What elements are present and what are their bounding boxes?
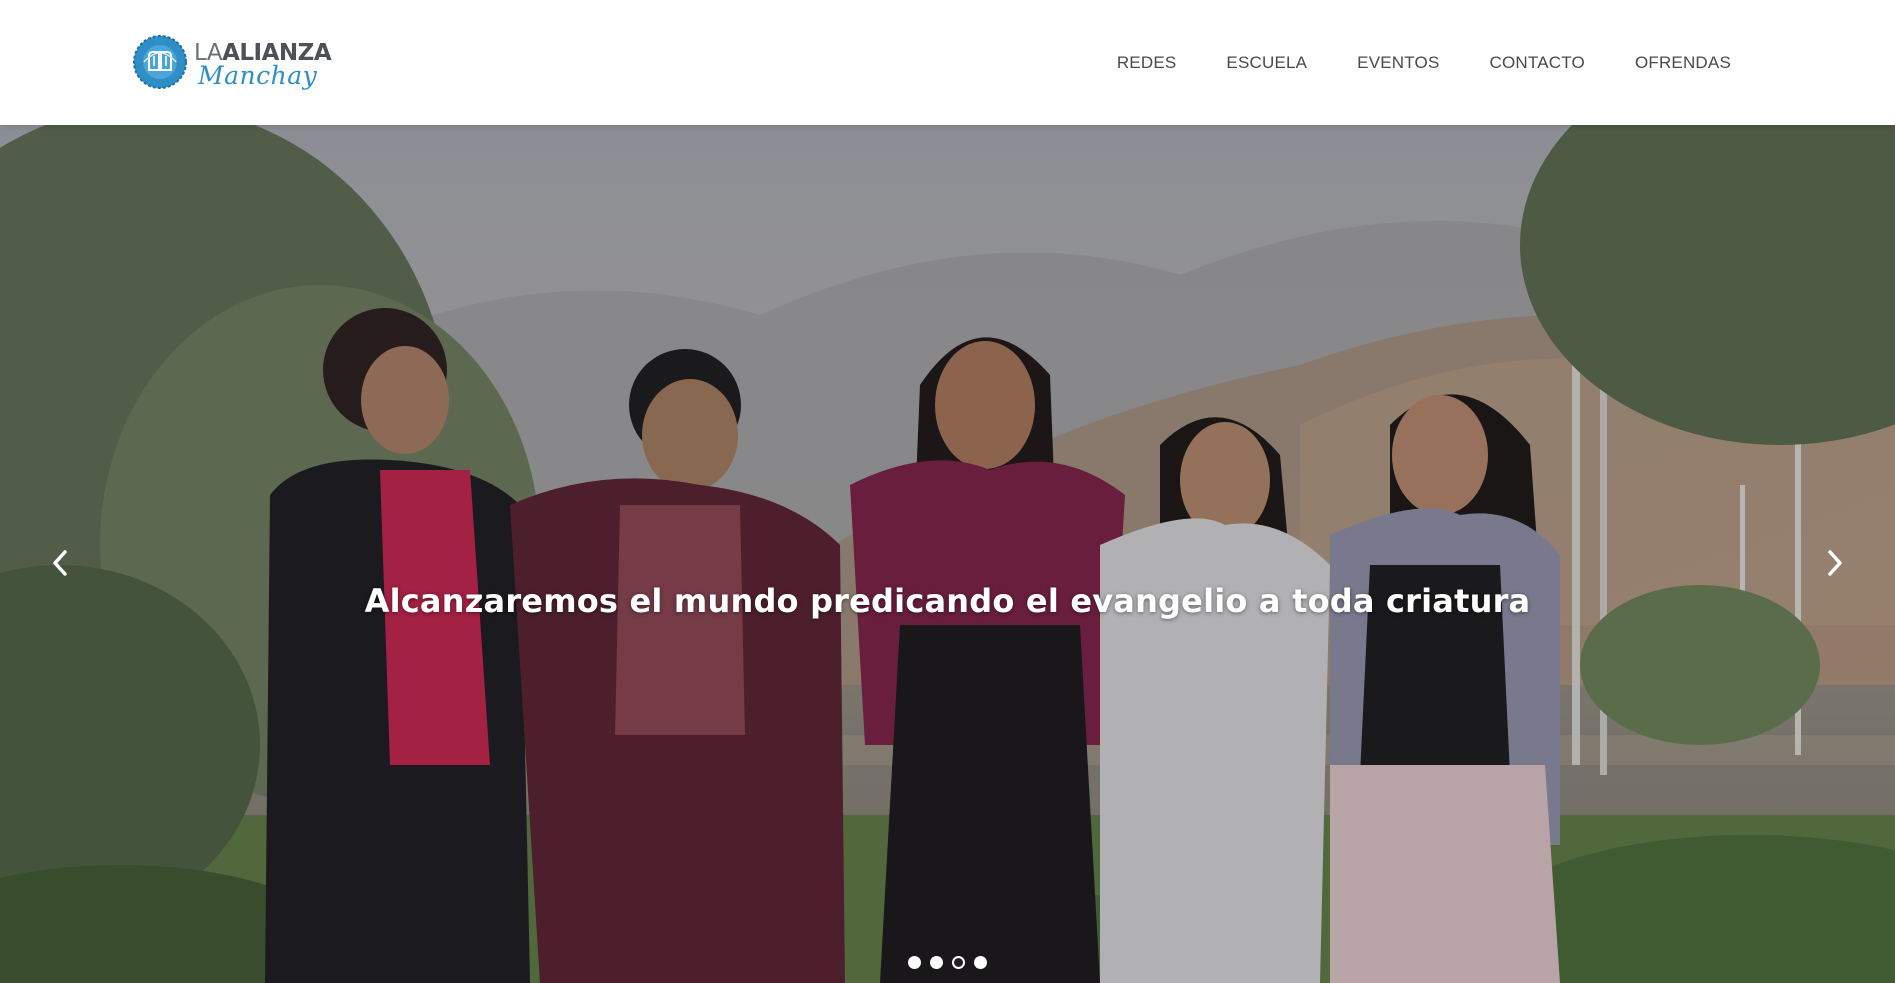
carousel-prev-button[interactable] [40, 538, 80, 588]
nav-item-escuela[interactable]: ESCUELA [1201, 53, 1332, 73]
carousel-indicator-1[interactable] [908, 956, 921, 969]
nav-item-ofrendas[interactable]: OFRENDAS [1610, 53, 1731, 73]
carousel-indicators [0, 956, 1895, 969]
hero-dim-overlay [0, 125, 1895, 983]
main-nav: REDES ESCUELA EVENTOS CONTACTO OFRENDAS [1092, 0, 1731, 125]
nav-item-eventos[interactable]: EVENTOS [1332, 53, 1464, 73]
carousel-next-button[interactable] [1815, 538, 1855, 588]
carousel-indicator-3[interactable] [952, 956, 965, 969]
nav-item-contacto[interactable]: CONTACTO [1465, 53, 1610, 73]
carousel-indicator-4[interactable] [974, 956, 987, 969]
chevron-right-icon [1828, 550, 1842, 576]
hero-caption: Alcanzaremos el mundo predicando el evan… [364, 581, 1531, 620]
chevron-left-icon [53, 550, 67, 576]
nav-item-redes[interactable]: REDES [1092, 53, 1202, 73]
carousel-indicator-2[interactable] [930, 956, 943, 969]
site-logo[interactable]: LAALIANZA Manchay [132, 34, 332, 90]
hero-carousel: Alcanzaremos el mundo predicando el evan… [0, 125, 1895, 983]
site-header: LAALIANZA Manchay REDES ESCUELA EVENTOS … [0, 0, 1895, 125]
logo-emblem-icon [133, 35, 187, 89]
logo-script: Manchay [198, 61, 318, 90]
logo-wordmark: LAALIANZA Manchay [194, 34, 332, 90]
